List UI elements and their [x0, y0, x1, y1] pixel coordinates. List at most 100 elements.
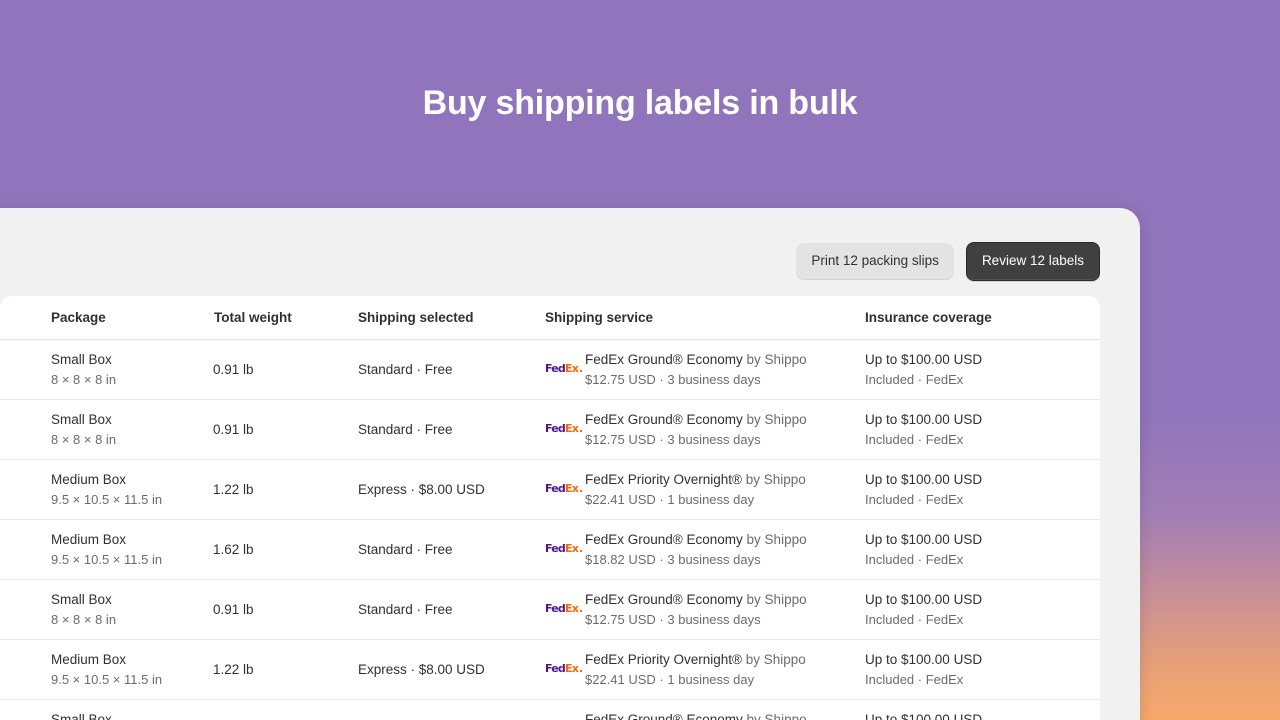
shipping-service-text: FedEx Ground® Economy by Shippo $12.75 US…: [585, 350, 807, 390]
service-provider: by Shippo: [745, 471, 806, 487]
total-weight-value: 0.91 lb: [213, 602, 254, 617]
total-weight-value: 1.62 lb: [213, 542, 254, 557]
shipping-service-name: FedEx Priority Overnight® by Shippo: [585, 470, 806, 490]
shipping-selected-value: Standard · Free: [358, 542, 453, 557]
service-title: FedEx Ground® Economy: [585, 411, 743, 427]
insurance-detail: Included · FedEx: [865, 491, 964, 507]
card-toolbar: Print 12 packing slips Review 12 labels: [796, 242, 1100, 281]
table-row[interactable]: Medium Box 9.5 × 10.5 × 11.5 in 1.22 lb Exp…: [0, 640, 1100, 700]
service-provider: by Shippo: [746, 351, 807, 367]
fedex-logo-dot: .: [579, 601, 583, 615]
fedex-logo-dot: .: [579, 661, 583, 675]
shipping-selected-cell: Express · $8.00 USD: [358, 662, 545, 677]
fedex-logo-ex: Ex: [565, 661, 579, 675]
total-weight-cell: 0.91 lb: [213, 602, 358, 617]
shipping-selected-value: Standard · Free: [358, 602, 453, 617]
insurance-amount: Up to $100.00 USD: [865, 711, 983, 720]
service-title: FedEx Priority Overnight®: [585, 471, 742, 487]
shipping-service-cell: FedEx.FedEx Ground® Economy by Shippo$15…: [545, 710, 865, 720]
insurance-detail: Included · FedEx: [865, 371, 964, 387]
total-weight-cell: 0.91 lb: [213, 362, 358, 377]
table-header-row: Package Total weight Shipping selected S…: [0, 296, 1100, 340]
fedex-logo-dot: .: [579, 421, 583, 435]
table-row[interactable]: Small Box8 × 8 × 8 in1.82 lbStandard · F…: [0, 700, 1100, 720]
package-dimensions: 9.5 × 10.5 × 11.5 in: [51, 551, 163, 567]
total-weight-value: 1.22 lb: [213, 662, 254, 677]
insurance-detail: Included · FedEx: [865, 431, 964, 447]
fedex-logo-dot: .: [579, 361, 583, 375]
fedex-logo-ex: Ex: [565, 481, 579, 495]
insurance-amount: Up to $100.00 USD: [865, 351, 983, 367]
service-provider: by Shippo: [746, 531, 807, 547]
shipping-service-text: FedEx Ground® Economy by Shippo $18.82 US…: [585, 530, 807, 570]
shipping-service-cell: Fed Ex. FedEx Ground® Economy by Shippo $12…: [545, 350, 865, 390]
fedex-logo-icon: Fed Ex.: [545, 541, 583, 557]
shipping-service-text: FedEx Priority Overnight® by Shippo $22.4…: [585, 470, 806, 510]
column-header-insurance-coverage: Insurance coverage: [865, 310, 992, 325]
shipping-service-name: FedEx Ground® Economy by Shippo: [585, 410, 807, 430]
insurance-amount: Up to $100.00 USD: [865, 591, 983, 607]
insurance-amount: Up to $100.00 USD: [865, 411, 983, 427]
fedex-logo-icon: Fed Ex.: [545, 481, 583, 497]
shipping-service-text: FedEx Ground® Economy by Shippo$15.30 US…: [585, 710, 807, 720]
table-row[interactable]: Small Box 8 × 8 × 8 in 0.91 lb Standard · F…: [0, 580, 1100, 640]
shipping-service-detail: $12.75 USD · 3 business days: [585, 431, 761, 447]
review-labels-button[interactable]: Review 12 labels: [965, 242, 1100, 281]
table-row[interactable]: Small Box 8 × 8 × 8 in 0.91 lb Standard · F…: [0, 400, 1100, 460]
column-header-shipping-service: Shipping service: [545, 310, 654, 325]
column-header-package: Package: [51, 310, 106, 325]
insurance-detail: Included · FedEx: [865, 611, 964, 627]
total-weight-value: 0.91 lb: [213, 362, 254, 377]
insurance-amount: Up to $100.00 USD: [865, 651, 983, 667]
package-dimensions: 9.5 × 10.5 × 11.5 in: [51, 491, 163, 507]
service-title: FedEx Ground® Economy: [585, 351, 743, 367]
shipping-service-text: FedEx Ground® Economy by Shippo $12.75 US…: [585, 410, 807, 450]
insurance-coverage-cell: Up to $100.00 USD Included · FedEx: [865, 590, 1100, 630]
table-row[interactable]: Medium Box 9.5 × 10.5 × 11.5 in 1.22 lb Exp…: [0, 460, 1100, 520]
package-name: Medium Box: [51, 531, 127, 547]
shipping-selected-value: Standard · Free: [358, 422, 453, 437]
page-title: Buy shipping labels in bulk: [422, 84, 858, 122]
package-cell: Small Box 8 × 8 × 8 in: [0, 590, 213, 630]
fedex-logo-ex: Ex: [565, 541, 579, 555]
shipping-service-detail: $18.82 USD · 3 business days: [585, 551, 761, 567]
fedex-logo-fed: Fed: [545, 421, 566, 435]
shipping-selected-cell: Express · $8.00 USD: [358, 482, 545, 497]
package-cell: Medium Box 9.5 × 10.5 × 11.5 in: [0, 470, 213, 510]
bulk-labels-card: Print 12 packing slips Review 12 labels …: [0, 208, 1140, 720]
hero-banner: Buy shipping labels in bulk: [0, 0, 1280, 208]
table-row[interactable]: Medium Box 9.5 × 10.5 × 11.5 in 1.62 lb Sta…: [0, 520, 1100, 580]
insurance-coverage-cell: Up to $100.00 USDIncluded · FedEx: [865, 710, 1100, 720]
shipping-selected-cell: Standard · Free: [358, 602, 545, 617]
shipping-service-detail: $12.75 USD · 3 business days: [585, 371, 761, 387]
shipping-service-name: FedEx Ground® Economy by Shippo: [585, 350, 807, 370]
package-name: Small Box: [51, 711, 112, 720]
shipping-service-text: FedEx Priority Overnight® by Shippo $22.4…: [585, 650, 806, 690]
fedex-logo-fed: Fed: [545, 601, 566, 615]
total-weight-cell: 1.62 lb: [213, 542, 358, 557]
shipping-service-detail: $22.41 USD · 1 business day: [585, 671, 755, 687]
total-weight-value: 0.91 lb: [213, 422, 254, 437]
shipping-selected-cell: Standard · Free: [358, 362, 545, 377]
fedex-logo-icon: Fed Ex.: [545, 421, 583, 437]
shipping-selected-cell: Standard · Free: [358, 542, 545, 557]
shipping-service-name: FedEx Priority Overnight® by Shippo: [585, 650, 806, 670]
service-title: FedEx Priority Overnight®: [585, 651, 742, 667]
fedex-logo-fed: Fed: [545, 361, 566, 375]
package-name: Small Box: [51, 591, 112, 607]
package-dimensions: 8 × 8 × 8 in: [51, 611, 117, 627]
insurance-amount: Up to $100.00 USD: [865, 471, 983, 487]
package-dimensions: 8 × 8 × 8 in: [51, 371, 117, 387]
insurance-coverage-cell: Up to $100.00 USD Included · FedEx: [865, 470, 1100, 510]
shipping-selected-value: Express · $8.00 USD: [358, 482, 485, 497]
package-name: Small Box: [51, 411, 112, 427]
total-weight-cell: 1.22 lb: [213, 662, 358, 677]
table-row[interactable]: Small Box 8 × 8 × 8 in 0.91 lb Standard · F…: [0, 340, 1100, 400]
print-packing-slips-button[interactable]: Print 12 packing slips: [796, 243, 954, 280]
package-dimensions: 8 × 8 × 8 in: [51, 431, 117, 447]
shipping-service-name: FedEx Ground® Economy by Shippo: [585, 590, 807, 610]
insurance-coverage-cell: Up to $100.00 USD Included · FedEx: [865, 350, 1100, 390]
service-provider: by Shippo: [746, 411, 807, 427]
shipping-service-cell: Fed Ex. FedEx Priority Overnight® by Shipp…: [545, 650, 865, 690]
package-name: Medium Box: [51, 651, 127, 667]
